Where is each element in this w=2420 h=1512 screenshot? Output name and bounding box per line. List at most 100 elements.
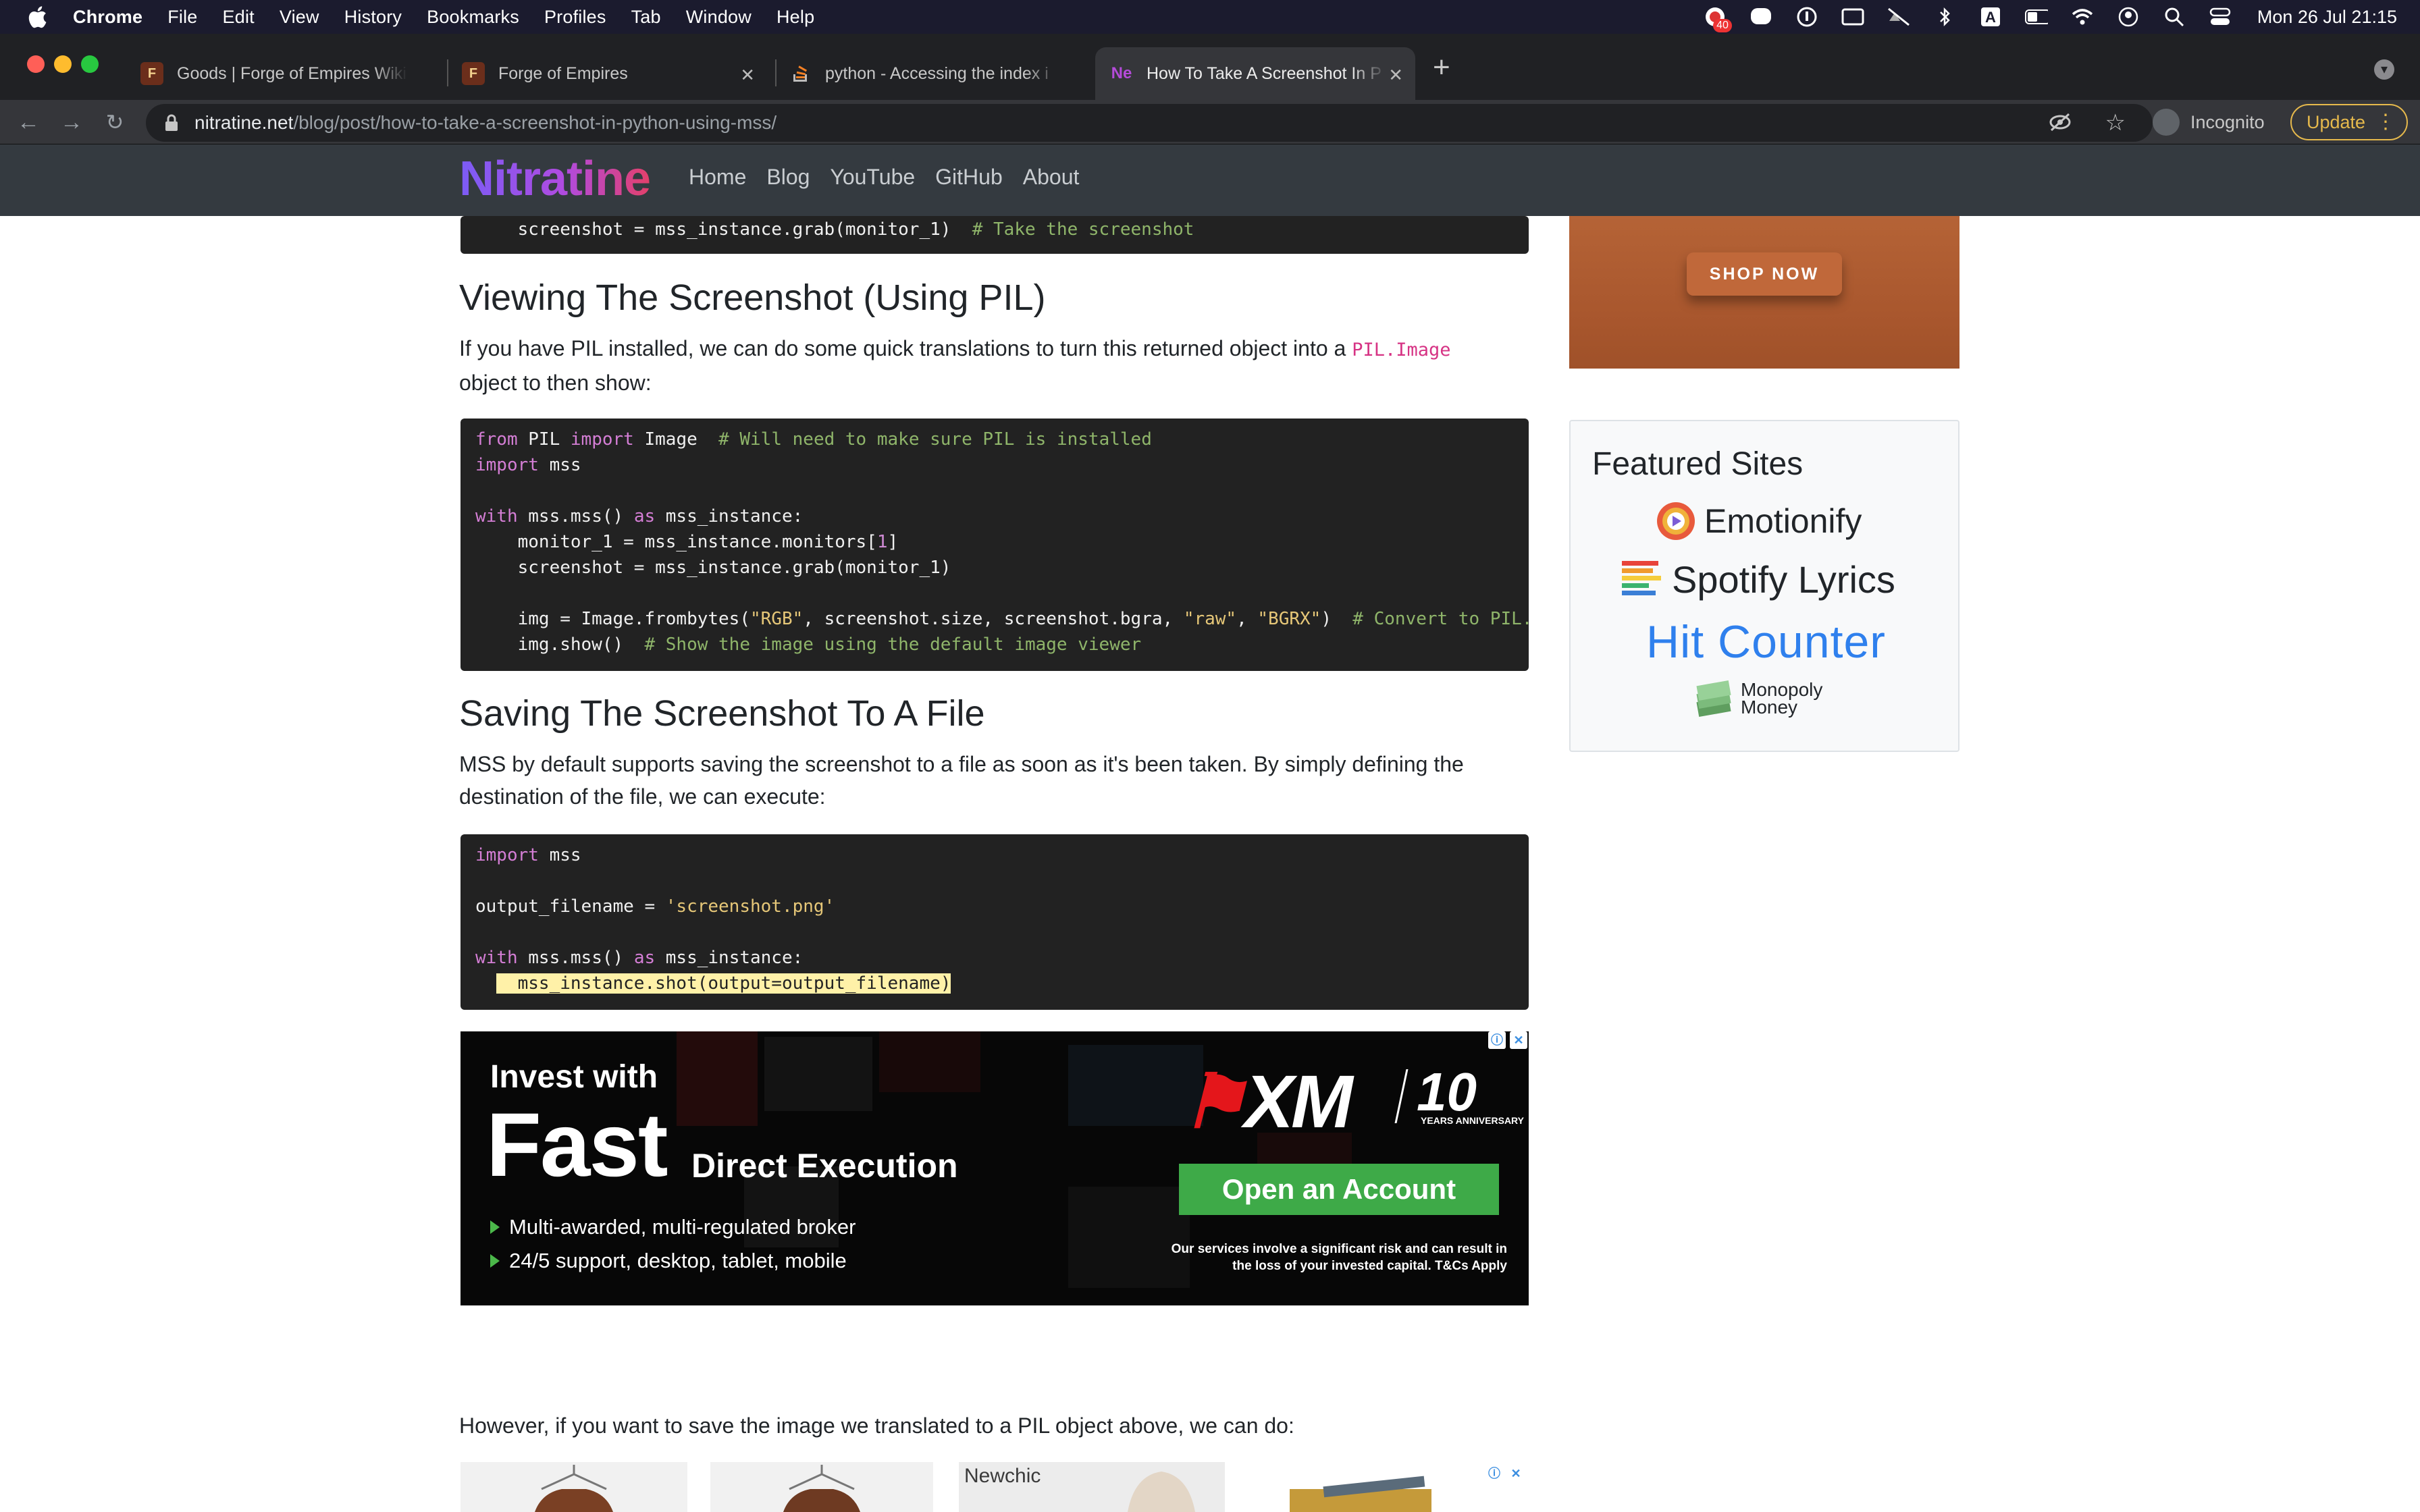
- mute-icon[interactable]: [1887, 5, 1910, 28]
- minimize-window-button[interactable]: [54, 55, 72, 73]
- xm-banner-ad[interactable]: Invest with Fast Direct Execution Multi-…: [461, 1031, 1529, 1305]
- url-host: nitratine.net: [194, 112, 294, 133]
- ad-choices[interactable]: ⓘ ✕: [1485, 1465, 1525, 1482]
- tab-separator: [775, 59, 777, 86]
- site-navbar: Nitratine Home Blog YouTube GitHub About: [0, 144, 2420, 216]
- menu-history[interactable]: History: [344, 7, 402, 28]
- product-ad-tile-newchic[interactable]: Newchic: [959, 1462, 1225, 1512]
- paragraph-text: If you have PIL installed, we can do som…: [459, 336, 1352, 360]
- featured-site-monopoly-money[interactable]: Monopoly Money: [1693, 679, 1849, 718]
- menu-app-name[interactable]: Chrome: [73, 7, 142, 28]
- spotlight-search-icon[interactable]: [2163, 5, 2186, 28]
- input-source-icon[interactable]: A: [1979, 5, 2002, 28]
- shirt-hanger-icon: [535, 1465, 613, 1512]
- product-ad-tile[interactable]: [1283, 1462, 1445, 1512]
- shoe-icon: [1128, 1472, 1195, 1512]
- new-tab-icon[interactable]: +: [1433, 53, 1450, 82]
- apple-menu-icon[interactable]: [27, 5, 47, 28]
- bluetooth-off-icon[interactable]: [1933, 5, 1956, 28]
- bookmark-star-icon[interactable]: ☆: [2105, 109, 2126, 136]
- site-logo[interactable]: Nitratine: [459, 151, 651, 207]
- product-ad-tile[interactable]: [461, 1462, 687, 1512]
- menu-clock[interactable]: Mon 26 Jul 21:15: [2257, 7, 2397, 28]
- notification-app-icon[interactable]: 40: [1704, 5, 1732, 32]
- nav-youtube[interactable]: YouTube: [830, 165, 915, 190]
- monopoly-money-logo-icon: [1696, 680, 1731, 718]
- control-center-icon[interactable]: [2209, 5, 2232, 28]
- line-icon[interactable]: [1750, 5, 1772, 28]
- ad-close-icon[interactable]: ✕: [1510, 1031, 1527, 1049]
- more-menu-icon[interactable]: ⋮: [2375, 109, 2396, 135]
- xm-logo: ⚑XM: [1180, 1060, 1353, 1143]
- ad-fast-text: Fast: [486, 1095, 668, 1195]
- tab-goods-wiki[interactable]: F Goods | Forge of Empires Wiki: [140, 47, 454, 100]
- update-button[interactable]: Update ⋮: [2290, 104, 2408, 140]
- menu-profiles[interactable]: Profiles: [544, 7, 606, 28]
- battery-icon[interactable]: [2024, 5, 2048, 28]
- ad-choices[interactable]: ⓘ ✕: [1488, 1031, 1527, 1049]
- featured-site-spotify-lyrics[interactable]: Spotify Lyrics: [1621, 558, 1895, 601]
- tab-separator: [447, 59, 448, 86]
- incognito-indicator[interactable]: Incognito: [2153, 104, 2265, 140]
- site-name: Emotionify: [1704, 502, 1862, 540]
- sidebar-shop-ad[interactable]: SHOP NOW: [1569, 216, 1959, 369]
- zoom-window-button[interactable]: [81, 55, 99, 73]
- tab-stackoverflow[interactable]: python - Accessing the index i: [789, 47, 1093, 100]
- password-icon[interactable]: [1795, 5, 1818, 28]
- bullet-arrow-icon: [490, 1254, 500, 1268]
- ad-info-icon[interactable]: ⓘ: [1488, 1031, 1506, 1049]
- tracking-blocked-eye-icon[interactable]: [2049, 112, 2072, 132]
- menu-view[interactable]: View: [280, 7, 319, 28]
- heading-viewing-screenshot: Viewing The Screenshot (Using PIL): [459, 277, 1046, 318]
- close-window-button[interactable]: [27, 55, 45, 73]
- menu-file[interactable]: File: [167, 7, 197, 28]
- shirt-hanger-icon: [783, 1465, 860, 1512]
- display-icon[interactable]: [1841, 5, 1864, 28]
- nav-blog[interactable]: Blog: [766, 165, 810, 190]
- tab-nitratine-active[interactable]: Ne How To Take A Screenshot In P ✕: [1095, 47, 1415, 100]
- site-name: Spotify Lyrics: [1672, 558, 1895, 601]
- menu-help[interactable]: Help: [777, 7, 814, 28]
- tab-title: Goods | Forge of Empires Wiki: [177, 63, 406, 83]
- ad-close-icon[interactable]: ✕: [1507, 1465, 1525, 1482]
- menu-window[interactable]: Window: [686, 7, 752, 28]
- reload-icon[interactable]: ↻: [101, 109, 128, 136]
- nav-github[interactable]: GitHub: [935, 165, 1003, 190]
- inline-code-pil-image: PIL.Image: [1352, 340, 1451, 360]
- menu-tab[interactable]: Tab: [631, 7, 661, 28]
- close-tab-icon[interactable]: ✕: [740, 65, 755, 86]
- menu-edit[interactable]: Edit: [223, 7, 255, 28]
- forward-icon[interactable]: →: [58, 109, 85, 136]
- product-ad-tile[interactable]: [710, 1462, 933, 1512]
- nav-home[interactable]: Home: [689, 165, 746, 190]
- nav-about[interactable]: About: [1023, 165, 1080, 190]
- shop-now-button[interactable]: SHOP NOW: [1687, 252, 1842, 296]
- update-label: Update: [2307, 111, 2366, 132]
- forge-favicon-icon: F: [140, 62, 163, 85]
- incognito-icon: [2153, 109, 2180, 136]
- paragraph-text: object to then show:: [459, 371, 652, 395]
- ad-bullet: 24/5 support, desktop, tablet, mobile: [490, 1249, 847, 1273]
- wifi-icon[interactable]: [2071, 5, 2094, 28]
- tab-forge-of-empires[interactable]: F Forge of Empires ✕: [462, 47, 767, 100]
- forge-favicon-icon: F: [462, 62, 485, 85]
- close-tab-icon[interactable]: ✕: [1388, 65, 1403, 86]
- open-account-button[interactable]: Open an Account: [1179, 1164, 1499, 1215]
- menu-bookmarks[interactable]: Bookmarks: [427, 7, 519, 28]
- svg-text:A: A: [1985, 9, 1996, 26]
- site-name: Hit Counter: [1646, 616, 1886, 668]
- address-bar[interactable]: nitratine.net/blog/post/how-to-take-a-sc…: [146, 104, 2153, 142]
- code-line: screenshot = mss_instance.grab(monitor_1…: [475, 219, 972, 240]
- user-icon[interactable]: [2117, 5, 2140, 28]
- back-icon[interactable]: ←: [15, 109, 42, 136]
- anniversary-number: 10: [1417, 1062, 1477, 1122]
- stackoverflow-favicon-icon: [789, 62, 812, 85]
- url-path: /blog/post/how-to-take-a-screenshot-in-p…: [293, 112, 777, 133]
- site-nav-links: Home Blog YouTube GitHub About: [689, 165, 1079, 190]
- tab-search-icon[interactable]: ▾: [2374, 59, 2394, 80]
- featured-site-emotionify[interactable]: Emotionify: [1656, 501, 1862, 541]
- code-block-save: import mss output_filename = 'screenshot…: [461, 834, 1529, 1010]
- featured-site-hit-counter[interactable]: Hit Counter: [1646, 616, 1886, 668]
- browser-toolbar: ← → ↻ nitratine.net/blog/post/how-to-tak…: [0, 100, 2420, 144]
- ad-info-icon[interactable]: ⓘ: [1485, 1465, 1503, 1482]
